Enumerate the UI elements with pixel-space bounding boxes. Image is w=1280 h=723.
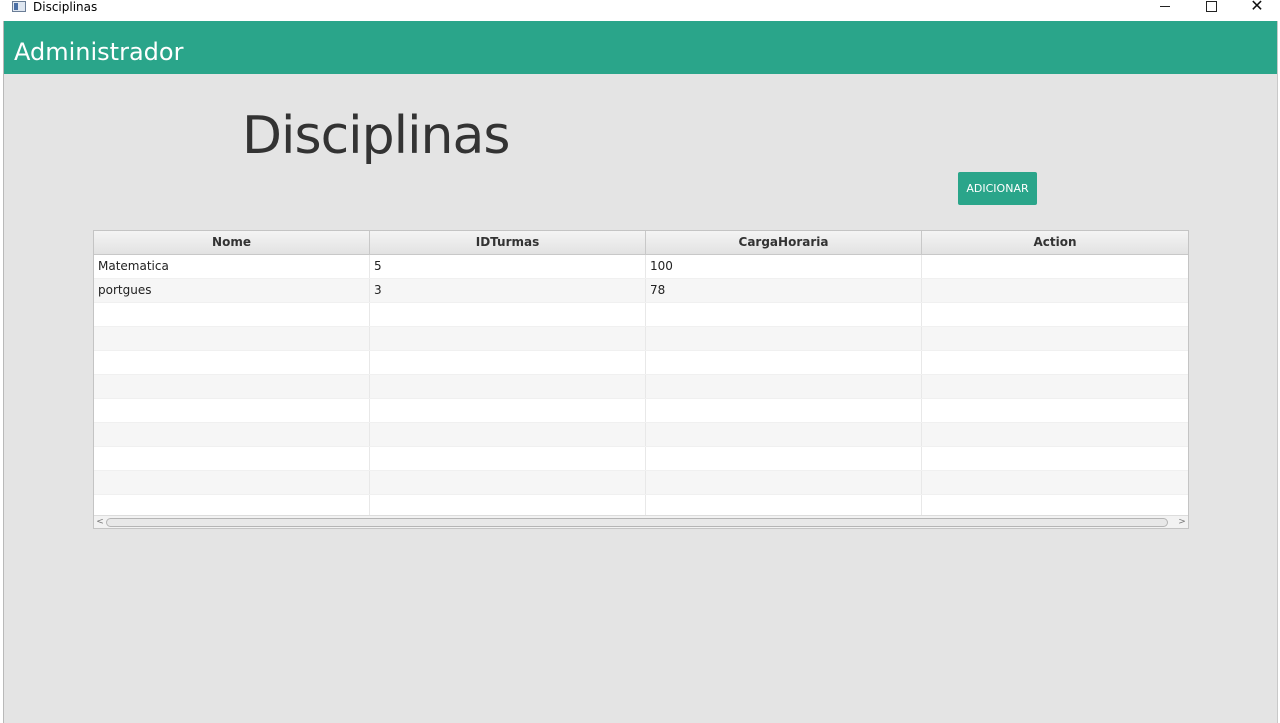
disciplines-table: Nome IDTurmas CargaHoraria Action Matema…: [93, 230, 1189, 529]
table-row[interactable]: [94, 471, 1188, 495]
scroll-left-icon[interactable]: <: [94, 516, 106, 528]
app-header: Administrador: [4, 21, 1277, 74]
maximize-button[interactable]: [1188, 0, 1234, 21]
table-cell: [922, 279, 1188, 302]
table-row[interactable]: [94, 351, 1188, 375]
header-title: Administrador: [14, 38, 184, 66]
table-body: Matematica 5 100 portgues 3 78: [94, 255, 1188, 519]
table-cell: [94, 351, 370, 374]
table-cell: Matematica: [94, 255, 370, 278]
scroll-right-icon[interactable]: >: [1176, 516, 1188, 528]
table-cell: portgues: [94, 279, 370, 302]
table-cell: [646, 327, 922, 350]
table-cell: [370, 327, 646, 350]
table-cell: [370, 375, 646, 398]
table-cell: [94, 423, 370, 446]
table-row[interactable]: [94, 423, 1188, 447]
table-cell: [646, 375, 922, 398]
table-cell: [922, 447, 1188, 470]
table-cell: [94, 303, 370, 326]
table-cell: [922, 375, 1188, 398]
table-cell: [94, 471, 370, 494]
table-cell: [646, 303, 922, 326]
table-cell: [646, 423, 922, 446]
table-row[interactable]: [94, 303, 1188, 327]
page-title: Disciplinas: [242, 106, 510, 166]
add-button[interactable]: ADICIONAR: [958, 172, 1037, 205]
table-row[interactable]: [94, 399, 1188, 423]
table-cell: [922, 423, 1188, 446]
table-cell: 100: [646, 255, 922, 278]
table-cell: [94, 399, 370, 422]
table-cell: [646, 471, 922, 494]
window-left-border: [0, 21, 4, 723]
table-header: Nome IDTurmas CargaHoraria Action: [94, 231, 1188, 255]
app-window: Disciplinas ✕ Administrador Disciplinas …: [0, 0, 1280, 723]
table-cell: [646, 447, 922, 470]
minimize-button[interactable]: [1142, 0, 1188, 21]
table-cell: [922, 399, 1188, 422]
close-icon: ✕: [1250, 0, 1264, 15]
maximize-icon: [1205, 1, 1217, 12]
table-cell: [922, 255, 1188, 278]
table-cell: [370, 303, 646, 326]
table-cell: [370, 471, 646, 494]
scroll-thumb[interactable]: [106, 518, 1168, 527]
table-cell: 78: [646, 279, 922, 302]
table-cell: [646, 399, 922, 422]
title-bar[interactable]: Disciplinas ✕: [0, 0, 1280, 21]
table-row[interactable]: [94, 327, 1188, 351]
table-row[interactable]: portgues 3 78: [94, 279, 1188, 303]
column-header-cargahoraria[interactable]: CargaHoraria: [646, 231, 922, 254]
table-cell: 5: [370, 255, 646, 278]
column-header-idturmas[interactable]: IDTurmas: [370, 231, 646, 254]
table-cell: [646, 351, 922, 374]
table-cell: 3: [370, 279, 646, 302]
table-cell: [922, 351, 1188, 374]
close-button[interactable]: ✕: [1234, 0, 1280, 21]
horizontal-scrollbar[interactable]: < >: [94, 515, 1188, 528]
window-title: Disciplinas: [33, 0, 98, 14]
table-cell: [94, 375, 370, 398]
table-cell: [370, 447, 646, 470]
app-icon: [12, 1, 26, 12]
table-row[interactable]: [94, 375, 1188, 399]
table-cell: [370, 399, 646, 422]
table-cell: [370, 423, 646, 446]
column-header-action[interactable]: Action: [922, 231, 1188, 254]
minimize-icon: [1160, 6, 1170, 7]
table-cell: [94, 327, 370, 350]
column-header-nome[interactable]: Nome: [94, 231, 370, 254]
table-cell: [922, 471, 1188, 494]
table-row[interactable]: Matematica 5 100: [94, 255, 1188, 279]
table-row[interactable]: [94, 447, 1188, 471]
table-cell: [94, 447, 370, 470]
table-cell: [922, 327, 1188, 350]
table-cell: [922, 303, 1188, 326]
table-cell: [370, 351, 646, 374]
